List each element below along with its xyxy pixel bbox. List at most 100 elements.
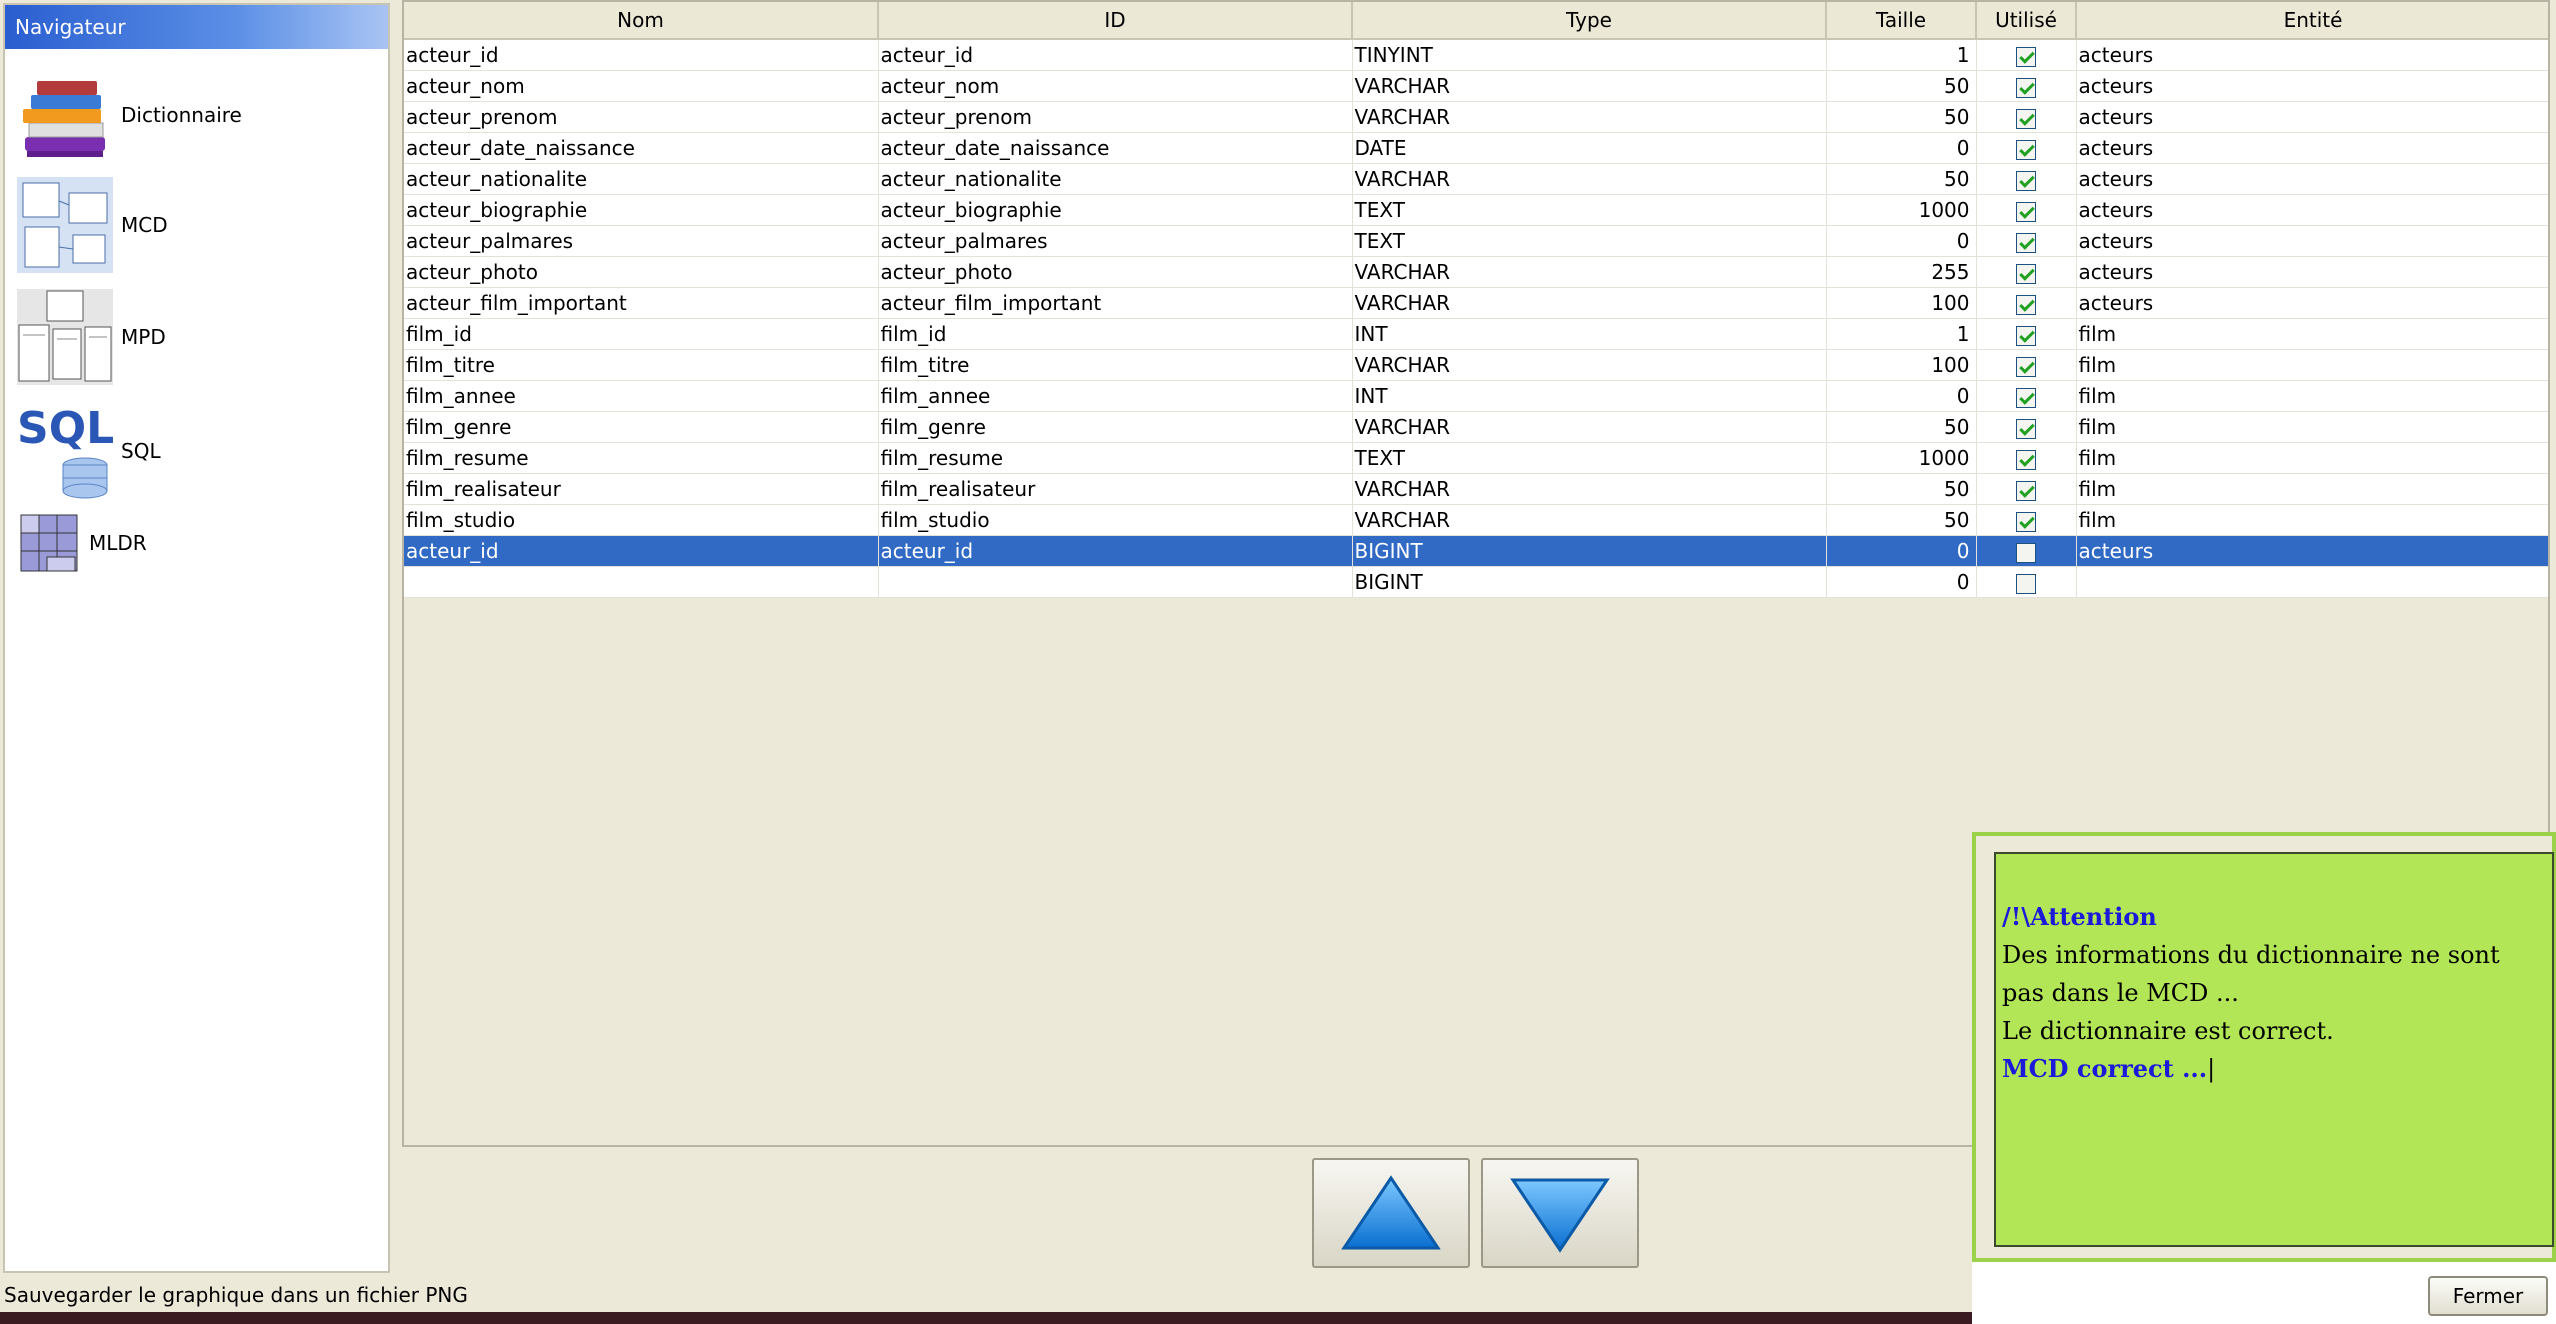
close-button[interactable]: Fermer — [2428, 1276, 2548, 1316]
cell-id[interactable]: film_studio — [878, 504, 1353, 536]
cell-entite[interactable]: film — [2076, 411, 2548, 443]
nav-item-mpd[interactable]: MPD — [17, 289, 166, 385]
cell-id[interactable]: acteur_nom — [878, 70, 1353, 102]
cell-id[interactable]: acteur_prenom — [878, 101, 1353, 133]
cell-type[interactable]: DATE — [1352, 132, 1827, 164]
cell-taille[interactable]: 50 — [1826, 163, 1977, 195]
cell-type[interactable]: VARCHAR — [1352, 287, 1827, 319]
cell-nom[interactable]: acteur_palmares — [404, 225, 879, 257]
table-row[interactable]: acteur_id acteur_id BIGINT 0 acteurs — [404, 535, 2548, 567]
cell-nom[interactable]: acteur_biographie — [404, 194, 879, 226]
cell-type[interactable]: TEXT — [1352, 225, 1827, 257]
cell-id[interactable]: film_titre — [878, 349, 1353, 381]
used-checkbox[interactable] — [2016, 46, 2036, 67]
cell-id[interactable]: film_resume — [878, 442, 1353, 474]
cell-nom[interactable]: film_genre — [404, 411, 879, 443]
table-row[interactable]: acteur_nom acteur_nom VARCHAR 50 acteurs — [404, 70, 2548, 102]
cell-nom[interactable]: film_annee — [404, 380, 879, 412]
cell-id[interactable]: acteur_film_important — [878, 287, 1353, 319]
cell-taille[interactable]: 100 — [1826, 349, 1977, 381]
cell-taille[interactable]: 100 — [1826, 287, 1977, 319]
cell-entite[interactable]: film — [2076, 504, 2548, 536]
table-row[interactable]: film_resume film_resume TEXT 1000 film — [404, 442, 2548, 474]
used-checkbox[interactable] — [2016, 573, 2036, 594]
cell-entite[interactable]: film — [2076, 380, 2548, 412]
cell-entite[interactable]: film — [2076, 473, 2548, 505]
table-row[interactable]: film_titre film_titre VARCHAR 100 film — [404, 349, 2548, 381]
cell-type[interactable]: TEXT — [1352, 194, 1827, 226]
table-row[interactable]: BIGINT 0 — [404, 566, 2548, 598]
cell-type[interactable]: VARCHAR — [1352, 70, 1827, 102]
cell-entite[interactable]: acteurs — [2076, 39, 2548, 71]
table-row[interactable]: film_realisateur film_realisateur VARCHAR 5… — [404, 473, 2548, 505]
cell-nom[interactable]: acteur_prenom — [404, 101, 879, 133]
used-checkbox[interactable] — [2016, 232, 2036, 253]
cell-taille[interactable]: 255 — [1826, 256, 1977, 288]
used-checkbox[interactable] — [2016, 511, 2036, 532]
cell-entite[interactable]: acteurs — [2076, 70, 2548, 102]
used-checkbox[interactable] — [2016, 108, 2036, 129]
table-row[interactable]: film_annee film_annee INT 0 film — [404, 380, 2548, 412]
cell-entite[interactable]: film — [2076, 442, 2548, 474]
cell-nom[interactable]: film_id — [404, 318, 879, 350]
cell-nom[interactable]: film_titre — [404, 349, 879, 381]
column-header-id[interactable]: ID — [878, 2, 1353, 40]
cell-nom[interactable]: film_studio — [404, 504, 879, 536]
column-header-utilise[interactable]: Utilisé — [1976, 2, 2077, 40]
column-header-taille[interactable]: Taille — [1826, 2, 1977, 40]
nav-item-mldr[interactable]: MLDR — [17, 511, 147, 575]
cell-type[interactable]: INT — [1352, 380, 1827, 412]
cell-id[interactable]: film_realisateur — [878, 473, 1353, 505]
used-checkbox[interactable] — [2016, 542, 2036, 563]
cell-taille[interactable]: 1 — [1826, 39, 1977, 71]
used-checkbox[interactable] — [2016, 77, 2036, 98]
cell-nom[interactable]: acteur_film_important — [404, 287, 879, 319]
move-up-button[interactable] — [1312, 1158, 1470, 1268]
used-checkbox[interactable] — [2016, 356, 2036, 377]
used-checkbox[interactable] — [2016, 387, 2036, 408]
used-checkbox[interactable] — [2016, 263, 2036, 284]
cell-taille[interactable]: 0 — [1826, 132, 1977, 164]
cell-entite[interactable]: film — [2076, 318, 2548, 350]
cell-entite[interactable]: acteurs — [2076, 225, 2548, 257]
cell-taille[interactable]: 1000 — [1826, 194, 1977, 226]
table-row[interactable]: film_id film_id INT 1 film — [404, 318, 2548, 350]
cell-entite[interactable]: acteurs — [2076, 535, 2548, 567]
table-row[interactable]: acteur_biographie acteur_biographie TEXT 10… — [404, 194, 2548, 226]
cell-type[interactable]: VARCHAR — [1352, 101, 1827, 133]
cell-entite[interactable]: acteurs — [2076, 101, 2548, 133]
used-checkbox[interactable] — [2016, 325, 2036, 346]
cell-id[interactable]: acteur_palmares — [878, 225, 1353, 257]
cell-taille[interactable]: 0 — [1826, 225, 1977, 257]
cell-id[interactable]: acteur_nationalite — [878, 163, 1353, 195]
cell-nom[interactable]: film_resume — [404, 442, 879, 474]
cell-nom[interactable]: acteur_nationalite — [404, 163, 879, 195]
cell-type[interactable]: VARCHAR — [1352, 504, 1827, 536]
cell-taille[interactable]: 50 — [1826, 504, 1977, 536]
cell-type[interactable]: INT — [1352, 318, 1827, 350]
nav-item-mcd[interactable]: MCD — [17, 177, 168, 273]
cell-id[interactable]: film_annee — [878, 380, 1353, 412]
cell-nom[interactable]: acteur_id — [404, 535, 879, 567]
column-header-entite[interactable]: Entité — [2076, 2, 2548, 40]
cell-id[interactable] — [878, 566, 1353, 598]
cell-id[interactable]: film_id — [878, 318, 1353, 350]
cell-type[interactable]: BIGINT — [1352, 566, 1827, 598]
cell-type[interactable]: BIGINT — [1352, 535, 1827, 567]
used-checkbox[interactable] — [2016, 480, 2036, 501]
cell-nom[interactable]: film_realisateur — [404, 473, 879, 505]
cell-type[interactable]: VARCHAR — [1352, 473, 1827, 505]
cell-id[interactable]: acteur_id — [878, 535, 1353, 567]
used-checkbox[interactable] — [2016, 294, 2036, 315]
table-row[interactable]: acteur_film_important acteur_film_importa… — [404, 287, 2548, 319]
table-row[interactable]: acteur_id acteur_id TINYINT 1 acteurs — [404, 39, 2548, 71]
used-checkbox[interactable] — [2016, 139, 2036, 160]
table-row[interactable]: acteur_palmares acteur_palmares TEXT 0 acteu… — [404, 225, 2548, 257]
used-checkbox[interactable] — [2016, 201, 2036, 222]
cell-entite[interactable]: acteurs — [2076, 132, 2548, 164]
cell-type[interactable]: VARCHAR — [1352, 411, 1827, 443]
cell-entite[interactable]: acteurs — [2076, 163, 2548, 195]
column-header-type[interactable]: Type — [1352, 2, 1827, 40]
cell-taille[interactable]: 50 — [1826, 101, 1977, 133]
table-row[interactable]: acteur_nationalite acteur_nationalite VARC… — [404, 163, 2548, 195]
